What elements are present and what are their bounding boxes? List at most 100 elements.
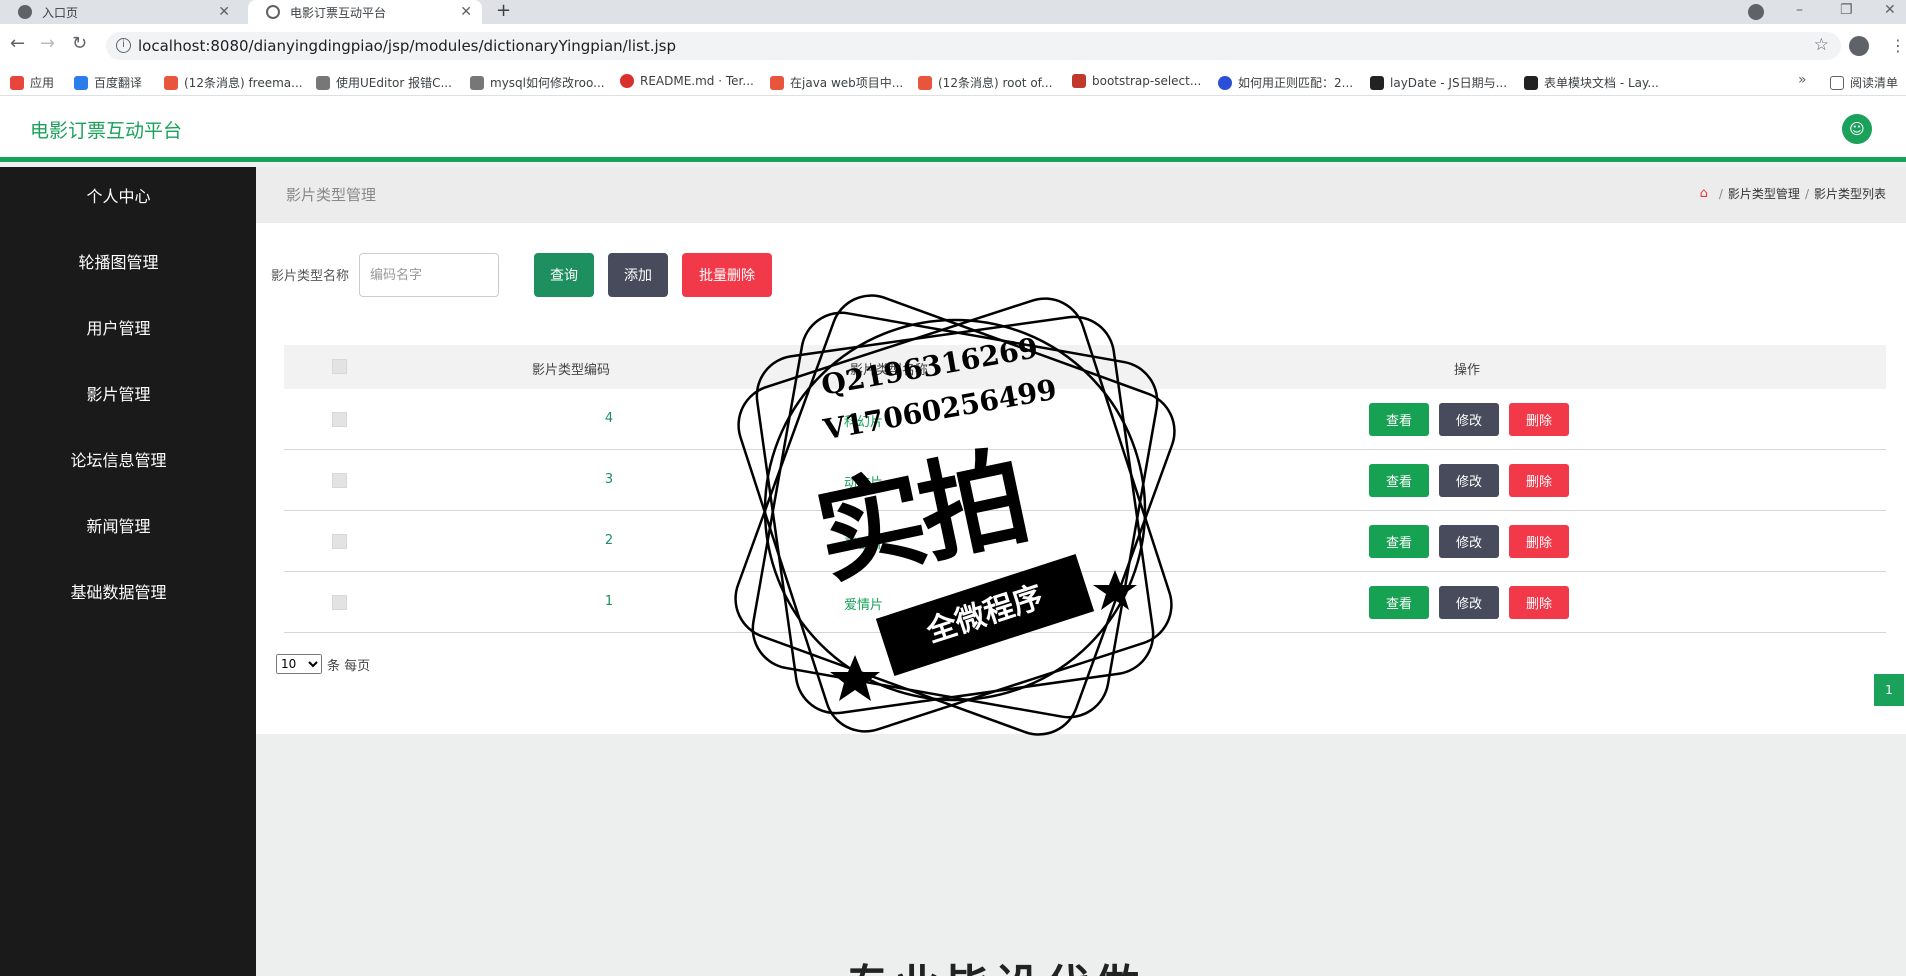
reload-icon[interactable]: ↻: [72, 33, 87, 54]
delete-button[interactable]: 删除: [1509, 525, 1569, 558]
profile-icon[interactable]: [1849, 36, 1869, 56]
cell-name: 喜剧片: [844, 537, 884, 552]
cell-code: 3: [604, 472, 614, 487]
sidebar-item-forum[interactable]: 论坛信息管理: [0, 447, 237, 471]
reading-list[interactable]: 阅读清单: [1830, 74, 1898, 91]
sidebar-item-news[interactable]: 新闻管理: [0, 513, 237, 537]
sidebar: 个人中心 轮播图管理 用户管理 影片管理 论坛信息管理 新闻管理 基础数据管理: [0, 167, 256, 976]
content-footer-area: [256, 734, 1906, 976]
edit-button[interactable]: 修改: [1439, 403, 1499, 436]
main-panel: 影片类型名称 查询 添加 批量删除 影片类型编码 影片类型名称 操作 4 科幻片…: [256, 223, 1906, 734]
new-tab-icon[interactable]: +: [496, 0, 511, 22]
gitee-icon: [620, 74, 634, 88]
row-checkbox[interactable]: [332, 595, 347, 610]
bookmark-item[interactable]: (12条消息) root of...: [918, 74, 1052, 91]
url-text[interactable]: localhost:8080/dianyingdingpiao/jsp/modu…: [138, 37, 676, 55]
table-row: 3 动作片 查看 修改 删除: [284, 450, 1886, 511]
cell-name: 动作片: [844, 476, 884, 491]
batch-delete-button[interactable]: 批量删除: [682, 253, 772, 297]
table-row: 1 爱情片 查看 修改 删除: [284, 572, 1886, 633]
table-row: 2 喜剧片 查看 修改 删除: [284, 511, 1886, 572]
search-input[interactable]: [359, 253, 499, 297]
bookmark-item[interactable]: mysql如何修改roo...: [470, 74, 605, 91]
sidebar-item-base-data[interactable]: 基础数据管理: [0, 579, 237, 603]
breadcrumb-item-current: 影片类型列表: [1813, 187, 1886, 201]
baidu-icon: [1218, 75, 1232, 90]
back-arrow-icon[interactable]: ←: [10, 33, 25, 54]
globe-icon: [18, 5, 32, 19]
bookmark-item[interactable]: 如何用正则匹配：2...: [1218, 74, 1353, 91]
user-icon[interactable]: ☺: [1842, 114, 1872, 144]
csdn-icon: [164, 75, 178, 90]
layui-icon: [1524, 75, 1538, 90]
bookmarks-bar: 应用 百度翻译 (12条消息) freema... 使用UEditor 报错C.…: [0, 68, 1906, 96]
bookmark-item[interactable]: bootstrap-select...: [1072, 74, 1201, 88]
edit-button[interactable]: 修改: [1439, 586, 1499, 619]
breadcrumb-separator: /: [1804, 186, 1809, 201]
tab-search-icon[interactable]: [1748, 4, 1764, 20]
browser-tab-entry[interactable]: 入口页 ✕: [0, 0, 240, 24]
shield-icon: [266, 5, 280, 19]
row-checkbox[interactable]: [332, 412, 347, 427]
restore-icon[interactable]: ❐: [1840, 2, 1853, 18]
reading-list-icon: [1830, 75, 1844, 90]
delete-button[interactable]: 删除: [1509, 403, 1569, 436]
translate-icon: [74, 75, 88, 90]
view-button[interactable]: 查看: [1369, 403, 1429, 436]
sidebar-item-films[interactable]: 影片管理: [0, 381, 237, 405]
edit-button[interactable]: 修改: [1439, 464, 1499, 497]
table-row: 4 科幻片 查看 修改 删除: [284, 389, 1886, 450]
forward-arrow-icon[interactable]: →: [40, 33, 55, 54]
info-icon[interactable]: i: [116, 38, 131, 53]
view-button[interactable]: 查看: [1369, 525, 1429, 558]
layui-icon: [1370, 75, 1384, 90]
view-button[interactable]: 查看: [1369, 586, 1429, 619]
breadcrumb: ⌂ / 影片类型管理 / 影片类型列表: [1700, 185, 1886, 202]
bookmark-apps[interactable]: 应用: [10, 74, 54, 91]
sidebar-item-carousel[interactable]: 轮播图管理: [0, 249, 237, 273]
close-icon[interactable]: ✕: [460, 4, 472, 20]
more-menu-icon[interactable]: ⋮: [1890, 36, 1906, 55]
cell-code: 4: [604, 411, 614, 426]
bookmark-item[interactable]: 使用UEditor 报错C...: [316, 74, 452, 91]
row-checkbox[interactable]: [332, 534, 347, 549]
app-header: 电影订票互动平台 ☺: [0, 96, 1906, 162]
watermark-bottom-text: 专业毕设代做: [845, 950, 1145, 976]
bookmark-item[interactable]: 百度翻译: [74, 74, 142, 91]
minimize-icon[interactable]: –: [1796, 2, 1803, 18]
row-checkbox[interactable]: [332, 473, 347, 488]
address-bar[interactable]: i localhost:8080/dianyingdingpiao/jsp/mo…: [106, 32, 1841, 60]
bookmark-item[interactable]: 表单模块文档 - Lay...: [1524, 74, 1659, 91]
add-button[interactable]: 添加: [608, 253, 668, 297]
close-icon[interactable]: ✕: [218, 4, 230, 20]
bookmark-item[interactable]: README.md · Ter...: [620, 74, 754, 88]
bookmark-item[interactable]: (12条消息) freema...: [164, 74, 303, 91]
browser-tab-active[interactable]: 电影订票互动平台 ✕: [248, 0, 482, 24]
site-icon: [470, 75, 484, 90]
cell-code: 2: [604, 533, 614, 548]
view-button[interactable]: 查看: [1369, 464, 1429, 497]
header-actions: 操作: [1454, 363, 1481, 378]
pagination-current-page[interactable]: 1: [1874, 674, 1904, 706]
query-button[interactable]: 查询: [534, 253, 594, 297]
breadcrumb-item[interactable]: 影片类型管理: [1728, 185, 1800, 202]
header-code: 影片类型编码: [532, 363, 611, 378]
sidebar-item-personal-center[interactable]: 个人中心: [0, 183, 237, 207]
select-all-checkbox[interactable]: [332, 359, 347, 374]
window-close-icon[interactable]: ✕: [1884, 2, 1896, 18]
edit-button[interactable]: 修改: [1439, 525, 1499, 558]
delete-button[interactable]: 删除: [1509, 464, 1569, 497]
tab-title: 电影订票互动平台: [290, 5, 387, 20]
star-icon[interactable]: ☆: [1814, 35, 1829, 55]
header-name: 影片类型名称: [850, 363, 929, 378]
chevron-right-icon[interactable]: »: [1798, 72, 1807, 88]
page-size-select[interactable]: 10: [276, 654, 322, 674]
csdn-icon: [770, 75, 784, 90]
delete-button[interactable]: 删除: [1509, 586, 1569, 619]
bookmark-item[interactable]: 在java web项目中...: [770, 74, 903, 91]
cell-name: 爱情片: [844, 598, 884, 613]
bookmark-item[interactable]: layDate - JS日期与...: [1370, 74, 1507, 91]
sidebar-item-users[interactable]: 用户管理: [0, 315, 237, 339]
home-icon[interactable]: ⌂: [1700, 186, 1708, 201]
cell-code: 1: [604, 594, 614, 609]
